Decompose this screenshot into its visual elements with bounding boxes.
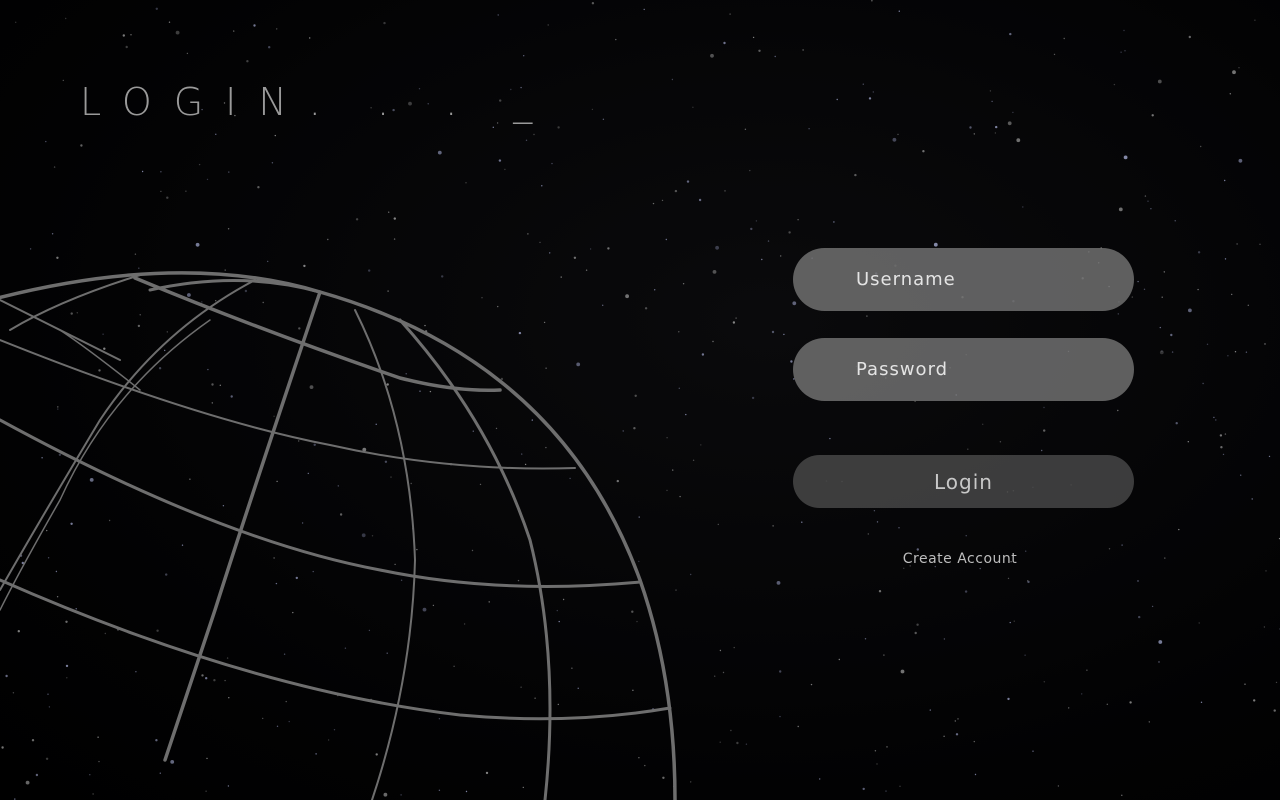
- username-field[interactable]: [793, 248, 1134, 311]
- login-button[interactable]: Login: [793, 455, 1134, 508]
- page-title: LOGIN. . . _: [80, 80, 555, 124]
- login-screen: LOGIN. . . _ Login Create Account: [0, 0, 1280, 800]
- password-field[interactable]: [793, 338, 1134, 401]
- create-account-link[interactable]: Create Account: [793, 551, 1127, 567]
